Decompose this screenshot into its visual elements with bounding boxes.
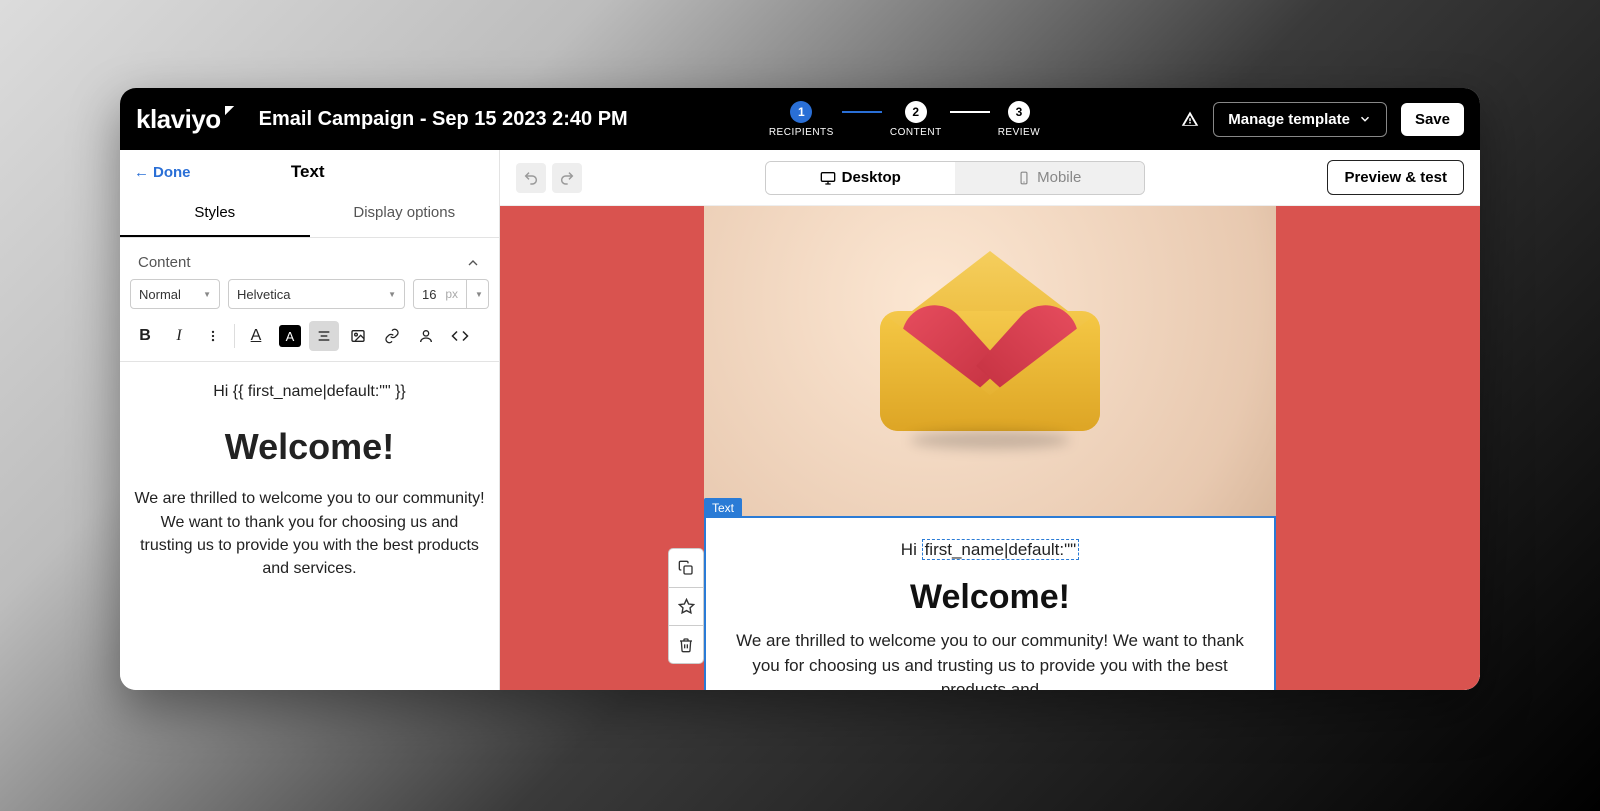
desktop-label: Desktop	[842, 169, 901, 186]
envelope-shadow	[910, 431, 1070, 449]
email-frame: Text Hi first_name|default:"" Welcome! W…	[704, 206, 1276, 690]
mobile-icon	[1017, 171, 1031, 185]
chevron-up-icon	[465, 255, 481, 271]
dropdown-icon: ▼	[475, 290, 483, 299]
greeting-prefix: Hi	[901, 540, 922, 559]
font-size-group: 16 px ▼	[413, 279, 489, 309]
chevron-down-icon	[1358, 112, 1372, 126]
step-label: CONTENT	[890, 127, 942, 138]
font-size-unit: px	[445, 287, 458, 301]
text-color-button[interactable]: A	[241, 321, 271, 351]
tab-styles[interactable]: Styles	[120, 190, 310, 237]
block-actions-toolbar	[668, 548, 704, 664]
step-connector	[950, 111, 990, 113]
step-connector	[842, 111, 882, 113]
link-button[interactable]	[377, 321, 407, 351]
bold-button[interactable]: B	[130, 321, 160, 351]
hero-image[interactable]	[704, 206, 1276, 516]
step-circle: 2	[905, 101, 927, 123]
undo-button[interactable]	[516, 163, 546, 193]
personalization-button[interactable]	[411, 321, 441, 351]
tab-display-options[interactable]: Display options	[310, 190, 500, 237]
warning-icon[interactable]	[1181, 110, 1199, 128]
editor-greeting: Hi {{ first_name|default:"" }}	[134, 380, 485, 403]
favorite-block-button[interactable]	[669, 587, 703, 625]
app-window: klaviyo Email Campaign - Sep 15 2023 2:4…	[120, 88, 1480, 690]
preview-label: Preview & test	[1344, 169, 1447, 186]
campaign-title: Email Campaign - Sep 15 2023 2:40 PM	[259, 108, 628, 131]
font-family-value: Helvetica	[237, 287, 290, 302]
envelope-illustration	[880, 281, 1100, 441]
email-body: We are thrilled to welcome you to our co…	[736, 629, 1244, 690]
step-label: REVIEW	[998, 127, 1040, 138]
header-bar: klaviyo Email Campaign - Sep 15 2023 2:4…	[120, 88, 1480, 150]
format-toolbar: B I A A	[120, 317, 499, 362]
font-size-value: 16	[422, 287, 436, 302]
step-recipients[interactable]: 1 RECIPIENTS	[769, 101, 834, 138]
email-heading: Welcome!	[736, 578, 1244, 617]
paragraph-style-value: Normal	[139, 287, 181, 302]
preview-test-button[interactable]: Preview & test	[1327, 160, 1464, 195]
dropdown-icon: ▼	[388, 290, 396, 299]
merge-tag-placeholder[interactable]: first_name|default:""	[922, 539, 1080, 560]
viewport-toggle: Desktop Mobile	[765, 161, 1145, 195]
mobile-view-button[interactable]: Mobile	[955, 162, 1144, 194]
save-label: Save	[1415, 111, 1450, 128]
editor-area[interactable]: Hi {{ first_name|default:"" }} Welcome! …	[120, 362, 499, 598]
heart-icon	[930, 266, 1050, 366]
desktop-icon	[820, 170, 836, 186]
undo-redo-group	[516, 163, 582, 193]
step-review[interactable]: 3 REVIEW	[998, 101, 1040, 138]
sidebar-tabs: Styles Display options	[120, 190, 499, 238]
font-size-input[interactable]: 16 px	[413, 279, 467, 309]
canvas-toolbar: Desktop Mobile Preview & test	[500, 150, 1480, 206]
duplicate-block-button[interactable]	[669, 549, 703, 587]
sidebar: ← Done Text Styles Display options Conte…	[120, 150, 500, 690]
dropdown-icon: ▼	[203, 290, 211, 299]
paragraph-style-select[interactable]: Normal ▼	[130, 279, 220, 309]
sidebar-header: ← Done Text	[120, 150, 499, 190]
section-content-header[interactable]: Content	[120, 238, 499, 279]
step-circle: 1	[790, 101, 812, 123]
logo: klaviyo	[136, 104, 235, 135]
step-content[interactable]: 2 CONTENT	[890, 101, 942, 138]
wizard-steps: 1 RECIPIENTS 2 CONTENT 3 REVIEW	[769, 101, 1040, 138]
code-button[interactable]	[445, 321, 475, 351]
highlight-color-button[interactable]: A	[275, 325, 305, 347]
font-size-stepper[interactable]: ▼	[467, 279, 489, 309]
italic-button[interactable]: I	[164, 321, 194, 351]
step-label: RECIPIENTS	[769, 127, 834, 138]
save-button[interactable]: Save	[1401, 103, 1464, 136]
desktop-view-button[interactable]: Desktop	[766, 162, 955, 194]
block-type-tag: Text	[704, 498, 742, 518]
body: ← Done Text Styles Display options Conte…	[120, 150, 1480, 690]
font-family-select[interactable]: Helvetica ▼	[228, 279, 405, 309]
text-block-selected[interactable]: Text Hi first_name|default:"" Welcome! W…	[704, 516, 1276, 690]
editor-body: We are thrilled to welcome you to our co…	[134, 487, 485, 580]
more-format-button[interactable]	[198, 321, 228, 351]
image-button[interactable]	[343, 321, 373, 351]
main-area: Desktop Mobile Preview & test	[500, 150, 1480, 690]
header-actions: Manage template Save	[1181, 102, 1464, 137]
section-label: Content	[138, 254, 191, 271]
align-button[interactable]	[309, 321, 339, 351]
redo-button[interactable]	[552, 163, 582, 193]
step-circle: 3	[1008, 101, 1030, 123]
email-canvas[interactable]: Text Hi first_name|default:"" Welcome! W…	[500, 206, 1480, 690]
separator	[234, 324, 235, 348]
panel-title: Text	[131, 162, 486, 182]
format-selects: Normal ▼ Helvetica ▼ 16 px ▼	[120, 279, 499, 317]
manage-template-button[interactable]: Manage template	[1213, 102, 1387, 137]
email-greeting: Hi first_name|default:""	[736, 540, 1244, 560]
editor-heading: Welcome!	[134, 421, 485, 473]
delete-block-button[interactable]	[669, 625, 703, 663]
manage-template-label: Manage template	[1228, 111, 1350, 128]
mobile-label: Mobile	[1037, 169, 1081, 186]
